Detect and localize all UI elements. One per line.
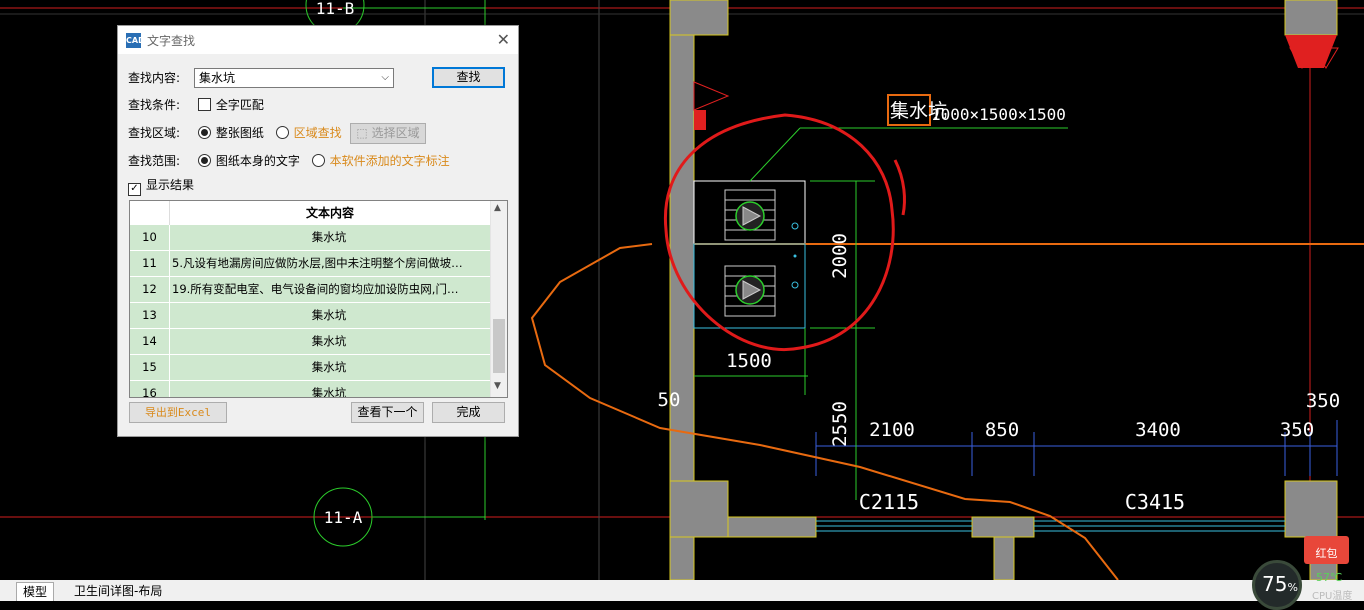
layout-tab-bar: 模型 卫生间详图-布局 (0, 580, 1364, 601)
whole-word-option[interactable]: 全字匹配 (197, 98, 264, 112)
close-icon[interactable]: ✕ (497, 30, 510, 49)
row-text: 19.所有变配电室、电气设备间的窗均应加设防虫网,门… (172, 282, 459, 296)
cpu-temp: 57℃ (1316, 571, 1343, 584)
scrollbar-thumb[interactable] (493, 319, 505, 373)
dim-1: 2100 (869, 419, 915, 441)
window-label-2: C3415 (1125, 490, 1185, 514)
row-text: 集水坑 (311, 308, 347, 322)
hongbao-label: 红包 (1315, 547, 1338, 560)
percent-sign: % (1287, 581, 1298, 594)
dim-2: 850 (985, 419, 1019, 441)
results-table[interactable]: 文本内容 10 集水坑 11 5.凡设有地漏房间应做防水层,图中未注明整个房间做坡…… (129, 200, 508, 398)
app-icon: CAD (126, 33, 145, 48)
row-text: 5.凡设有地漏房间应做防水层,图中未注明整个房间做坡… (172, 256, 463, 270)
export-excel-button[interactable]: 导出到Excel (129, 402, 227, 423)
row-text: 集水坑 (311, 386, 347, 398)
table-row[interactable]: 13 集水坑 (130, 303, 490, 329)
area-region-option[interactable]: 区域查找 (275, 126, 342, 140)
area-whole-label: 整张图纸 (215, 126, 264, 140)
area-label: 查找区域: (128, 126, 181, 140)
show-results-option[interactable]: ✓ 显示结果 (128, 175, 195, 196)
row-number: 11 (130, 251, 170, 276)
done-button[interactable]: 完成 (432, 402, 505, 423)
find-input[interactable]: 集水坑 ⌵ (194, 68, 394, 88)
dim-pit-width: 1500 (726, 350, 772, 372)
find-label: 查找内容: (128, 71, 181, 85)
pit-size: 1000×1500×1500 (931, 105, 1066, 124)
table-row[interactable]: 10 集水坑 (130, 225, 490, 251)
cpu-percent-value: 75 (1262, 572, 1288, 596)
scope-added-option[interactable]: 本软件添加的文字标注 (311, 154, 450, 168)
condition-label: 查找条件: (128, 98, 181, 112)
scope-label: 查找范围: (128, 154, 181, 168)
cpu-percent: 75% (1262, 572, 1298, 596)
area-region-label: 区域查找 (293, 126, 342, 140)
row-number: 13 (130, 303, 170, 328)
show-results-checkbox[interactable]: ✓ (128, 183, 141, 196)
scroll-up-icon[interactable]: ▲ (494, 203, 501, 213)
row-number: 10 (130, 225, 170, 250)
area-whole-option[interactable]: 整张图纸 (197, 126, 264, 140)
dim-pit-height: 2000 (829, 233, 851, 279)
scope-added-label: 本软件添加的文字标注 (329, 154, 450, 168)
area-whole-radio[interactable] (197, 126, 211, 139)
table-row[interactable]: 16 集水坑 (130, 381, 490, 398)
results-scrollbar[interactable]: ▲ ▼ (490, 201, 507, 397)
select-region-label: 选择区域 (371, 126, 420, 140)
table-row[interactable]: 12 19.所有变配电室、电气设备间的窗均应加设防虫网,门… (130, 277, 490, 303)
dim-left: 50 (658, 389, 681, 411)
table-row[interactable]: 11 5.凡设有地漏房间应做防水层,图中未注明整个房间做坡… (130, 251, 490, 277)
whole-word-checkbox[interactable] (197, 98, 211, 111)
find-button[interactable]: 查找 (432, 67, 505, 88)
row-text: 集水坑 (311, 360, 347, 374)
find-value: 集水坑 (199, 71, 236, 85)
scope-own-label: 图纸本身的文字 (215, 154, 300, 168)
row-text: 集水坑 (311, 334, 347, 348)
next-button[interactable]: 查看下一个 (351, 402, 424, 423)
selection-icon: ⬚ (356, 126, 372, 140)
dialog-title: 文字查找 (147, 34, 196, 48)
chevron-down-icon[interactable]: ⌵ (381, 69, 389, 87)
tab-layout[interactable]: 卫生间详图-布局 (68, 582, 168, 600)
find-text-dialog: CAD 文字查找 ✕ 查找内容: 集水坑 ⌵ 查找 查找条件: 全字匹配 查找区… (117, 25, 519, 437)
cpu-temp-label: CPU温度 (1312, 591, 1353, 602)
table-row[interactable]: 14 集水坑 (130, 329, 490, 355)
table-header-text: 文本内容 (305, 206, 354, 220)
scope-added-radio[interactable] (311, 154, 325, 167)
tab-model[interactable]: 模型 (16, 582, 55, 601)
show-results-label: 显示结果 (146, 178, 195, 192)
row-number: 16 (130, 381, 170, 397)
window-label-1: C2115 (859, 490, 919, 514)
table-row[interactable]: 15 集水坑 (130, 355, 490, 381)
grid-bubble-bottom-label: 11-A (324, 508, 363, 527)
grid-bubble-top-label: 11-B (316, 0, 355, 18)
scroll-down-icon[interactable]: ▼ (494, 381, 501, 391)
dialog-titlebar[interactable]: CAD 文字查找 ✕ (118, 26, 518, 54)
scope-own-radio[interactable] (197, 154, 211, 167)
row-number: 12 (130, 277, 170, 302)
dim-3: 3400 (1135, 419, 1181, 441)
whole-word-label: 全字匹配 (215, 98, 264, 112)
dim-top-right: 350 (1306, 390, 1340, 412)
area-region-radio[interactable] (275, 126, 289, 139)
scope-own-option[interactable]: 图纸本身的文字 (197, 154, 300, 168)
row-text: 集水坑 (311, 230, 347, 244)
row-number: 14 (130, 329, 170, 354)
dim-4: 350 (1280, 419, 1314, 441)
table-header: 文本内容 (130, 201, 490, 226)
select-region-button[interactable]: ⬚ 选择区域 (350, 123, 426, 144)
cpu-monitor-widget[interactable]: 75% 57℃ CPU温度 (1252, 560, 1364, 610)
row-number: 15 (130, 355, 170, 380)
dim-vertical: 2550 (829, 401, 851, 447)
